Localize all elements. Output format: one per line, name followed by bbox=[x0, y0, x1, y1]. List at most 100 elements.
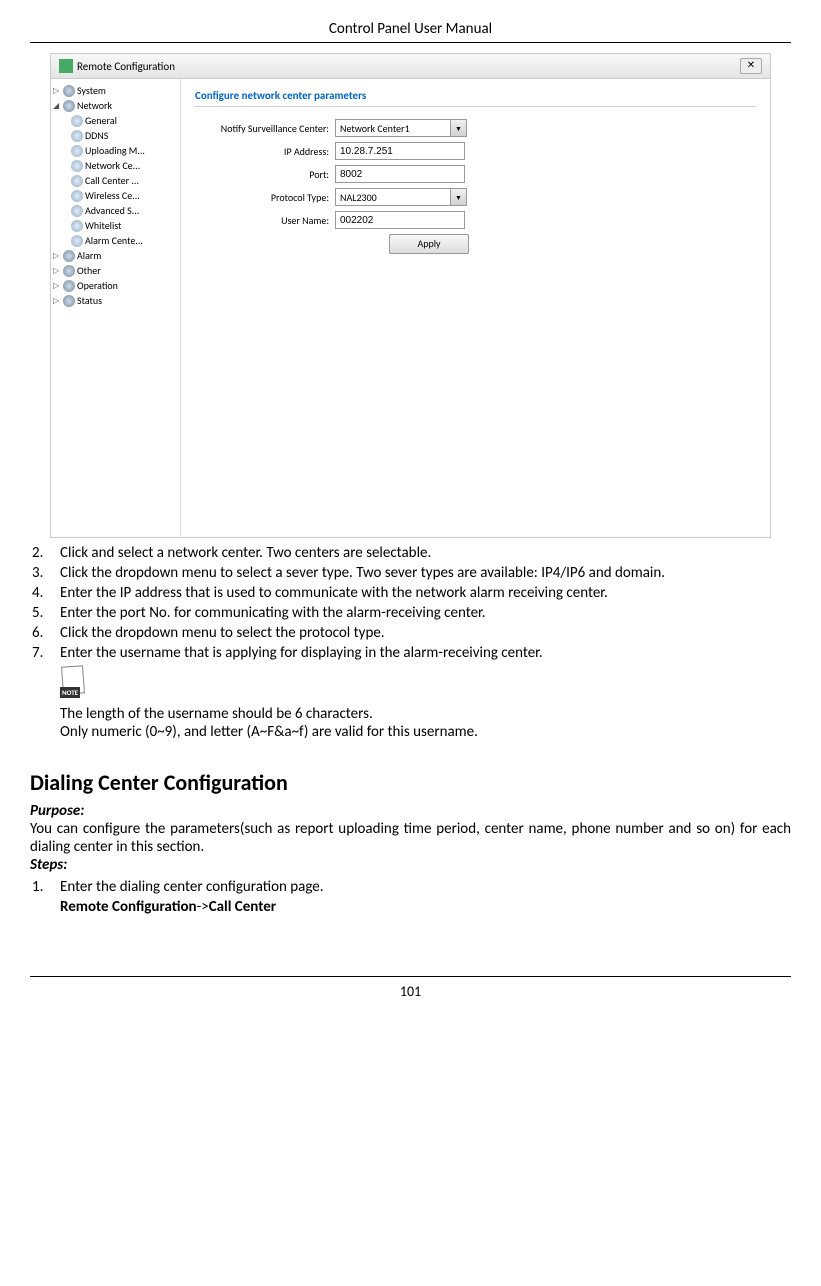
tree-node-network[interactable]: ◢ Network bbox=[53, 98, 178, 113]
tree-child-callcenter[interactable]: Call Center ... bbox=[71, 173, 178, 188]
app-icon bbox=[59, 59, 73, 73]
step-text: Click the dropdown menu to select a seve… bbox=[60, 564, 791, 582]
tree-node-system[interactable]: ▷ System bbox=[53, 83, 178, 98]
step-4: 4. Enter the IP address that is used to … bbox=[30, 584, 791, 602]
form-row-protocol: Protocol Type: NAL2300 ▼ bbox=[195, 188, 756, 206]
protocol-label: Protocol Type: bbox=[195, 191, 335, 204]
tree-child-label: Wireless Ce... bbox=[85, 189, 140, 202]
port-input[interactable] bbox=[335, 165, 465, 183]
tree-child-label: Network Ce... bbox=[85, 159, 140, 172]
node-icon bbox=[71, 115, 83, 127]
close-button[interactable]: ✕ bbox=[740, 58, 762, 74]
step-text: Enter the IP address that is used to com… bbox=[60, 584, 791, 602]
tree-arrow-icon: ▷ bbox=[53, 86, 61, 96]
tree-node-other[interactable]: ▷ Other bbox=[53, 263, 178, 278]
page-header: Control Panel User Manual bbox=[30, 20, 791, 43]
protocol-select[interactable]: NAL2300 ▼ bbox=[335, 188, 467, 206]
globe-icon bbox=[63, 250, 75, 262]
port-label: Port: bbox=[195, 168, 335, 181]
tree-arrow-icon: ▷ bbox=[53, 251, 61, 261]
step-number-spacer bbox=[30, 898, 60, 916]
tree-label: Alarm bbox=[77, 249, 101, 262]
window-body: ▷ System ◢ Network General DDNS Uploadin… bbox=[51, 79, 770, 536]
tree-node-operation[interactable]: ▷ Operation bbox=[53, 278, 178, 293]
globe-icon bbox=[63, 100, 75, 112]
globe-icon bbox=[63, 265, 75, 277]
step-number: 5. bbox=[30, 604, 60, 622]
step-number: 7. bbox=[30, 644, 60, 662]
tree-child-label: Call Center ... bbox=[85, 174, 139, 187]
tree-arrow-icon: ▷ bbox=[53, 281, 61, 291]
chevron-down-icon: ▼ bbox=[450, 189, 466, 205]
form-row-notify: Notify Surveillance Center: Network Cent… bbox=[195, 119, 756, 137]
step-2: 2. Click and select a network center. Tw… bbox=[30, 544, 791, 562]
node-icon bbox=[71, 190, 83, 202]
tree-label: Status bbox=[77, 294, 102, 307]
step-number: 2. bbox=[30, 544, 60, 562]
globe-icon bbox=[63, 295, 75, 307]
note-icon: NOTE bbox=[60, 666, 96, 698]
tree-child-wireless[interactable]: Wireless Ce... bbox=[71, 188, 178, 203]
step-6: 6. Click the dropdown menu to select the… bbox=[30, 624, 791, 642]
notify-value: Network Center1 bbox=[340, 122, 410, 135]
steps-list: 2. Click and select a network center. Tw… bbox=[30, 544, 791, 662]
section2-step-1: 1. Enter the dialing center configuratio… bbox=[30, 878, 791, 896]
content-panel: Configure network center parameters Noti… bbox=[181, 79, 770, 536]
tree-arrow-icon: ▷ bbox=[53, 296, 61, 306]
section-heading: Dialing Center Configuration bbox=[30, 769, 791, 796]
tree-child-networkcenter[interactable]: Network Ce... bbox=[71, 158, 178, 173]
tree-child-general[interactable]: General bbox=[71, 113, 178, 128]
window-title: Remote Configuration bbox=[77, 60, 175, 73]
tree-child-alarmcenter[interactable]: Alarm Cente... bbox=[71, 233, 178, 248]
steps-label: Steps: bbox=[30, 856, 791, 874]
app-window: Remote Configuration ✕ ▷ System ◢ Networ… bbox=[50, 53, 771, 538]
window-titlebar: Remote Configuration ✕ bbox=[51, 54, 770, 79]
ip-label: IP Address: bbox=[195, 145, 335, 158]
step-3: 3. Click the dropdown menu to select a s… bbox=[30, 564, 791, 582]
nav-path: Remote Configuration->Call Center bbox=[60, 898, 791, 916]
step-number: 3. bbox=[30, 564, 60, 582]
section2-nav-path: Remote Configuration->Call Center bbox=[30, 898, 791, 916]
tree-child-label: DDNS bbox=[85, 129, 108, 142]
protocol-value: NAL2300 bbox=[340, 191, 377, 204]
tree-child-label: Alarm Cente... bbox=[85, 234, 143, 247]
step-text: Enter the username that is applying for … bbox=[60, 644, 791, 662]
form-row-ip: IP Address: bbox=[195, 142, 756, 160]
tree-node-status[interactable]: ▷ Status bbox=[53, 293, 178, 308]
tree-child-advanced[interactable]: Advanced S... bbox=[71, 203, 178, 218]
tree-label: System bbox=[77, 84, 106, 97]
chevron-down-icon: ▼ bbox=[450, 120, 466, 136]
form-row-user: User Name: bbox=[195, 211, 756, 229]
purpose-label: Purpose: bbox=[30, 802, 791, 820]
note-line-1: The length of the username should be 6 c… bbox=[60, 705, 791, 723]
step-5: 5. Enter the port No. for communicating … bbox=[30, 604, 791, 622]
tree-child-whitelist[interactable]: Whitelist bbox=[71, 218, 178, 233]
step-7: 7. Enter the username that is applying f… bbox=[30, 644, 791, 662]
step-text: Click the dropdown menu to select the pr… bbox=[60, 624, 791, 642]
page-number: 101 bbox=[30, 976, 791, 1000]
apply-button[interactable]: Apply bbox=[389, 234, 469, 254]
node-icon bbox=[71, 205, 83, 217]
step-text: Enter the port No. for communicating wit… bbox=[60, 604, 791, 622]
node-icon bbox=[71, 175, 83, 187]
step-number: 4. bbox=[30, 584, 60, 602]
notify-select[interactable]: Network Center1 ▼ bbox=[335, 119, 467, 137]
tree-child-ddns[interactable]: DDNS bbox=[71, 128, 178, 143]
node-icon bbox=[71, 160, 83, 172]
node-icon bbox=[71, 235, 83, 247]
tree-child-uploading[interactable]: Uploading M... bbox=[71, 143, 178, 158]
node-icon bbox=[71, 130, 83, 142]
steps-list-2: 1. Enter the dialing center configuratio… bbox=[30, 878, 791, 916]
node-icon bbox=[71, 145, 83, 157]
sidebar-tree: ▷ System ◢ Network General DDNS Uploadin… bbox=[51, 79, 181, 536]
step-text: Click and select a network center. Two c… bbox=[60, 544, 791, 562]
user-input[interactable] bbox=[335, 211, 465, 229]
note-badge: NOTE bbox=[60, 687, 80, 698]
ip-input[interactable] bbox=[335, 142, 465, 160]
tree-label: Network bbox=[77, 99, 112, 112]
nav-separator: -> bbox=[197, 898, 209, 916]
notify-label: Notify Surveillance Center: bbox=[195, 122, 335, 135]
tree-child-label: Uploading M... bbox=[85, 144, 145, 157]
tree-node-alarm[interactable]: ▷ Alarm bbox=[53, 248, 178, 263]
tree-label: Other bbox=[77, 264, 101, 277]
